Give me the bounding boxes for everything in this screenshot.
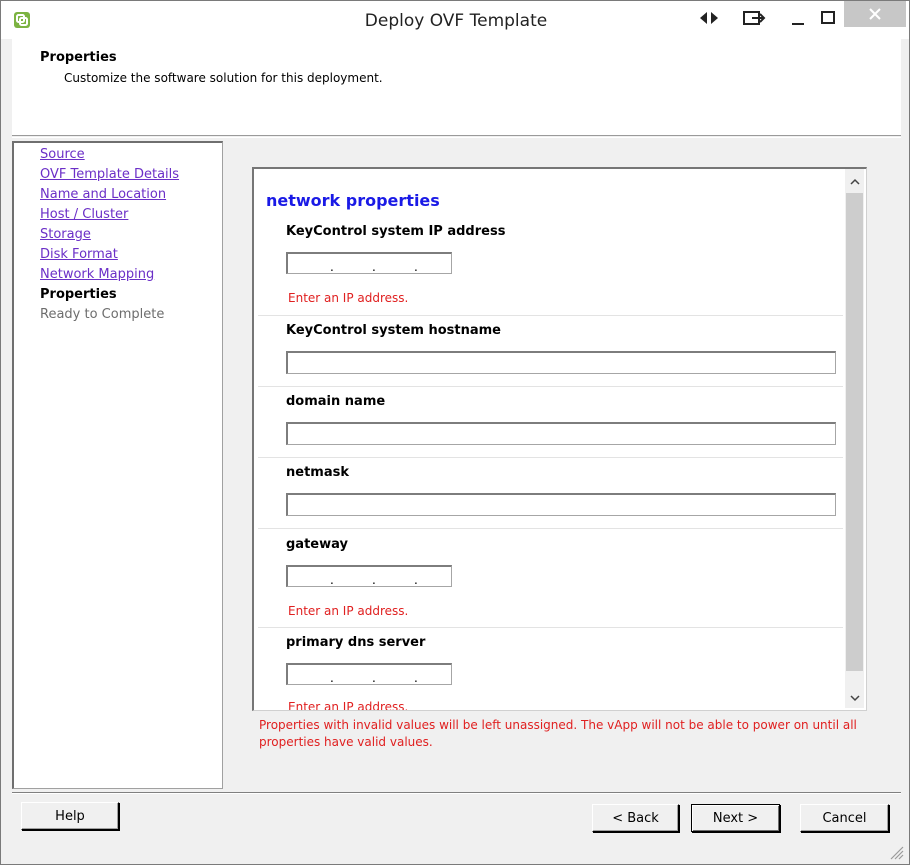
- help-button[interactable]: Help: [21, 802, 119, 830]
- header-divider: [12, 137, 901, 138]
- nav-step-ovf-template-details[interactable]: OVF Template Details: [40, 167, 179, 182]
- keycontrol-ip-error: Enter an IP address.: [288, 291, 409, 305]
- resize-toggle-icon[interactable]: [697, 5, 721, 31]
- primary-dns-error: Enter an IP address.: [288, 700, 409, 711]
- field-separator: [258, 528, 843, 529]
- wizard-header: Properties Customize the software soluti…: [12, 39, 901, 136]
- next-button[interactable]: Next >: [691, 804, 780, 832]
- wizard-steps-nav: Source OVF Template Details Name and Loc…: [12, 141, 223, 789]
- keycontrol-ip-input[interactable]: ...: [286, 252, 452, 274]
- primary-dns-ip-input[interactable]: ...: [286, 663, 452, 685]
- deploy-ovf-window: Deploy OVF Template Properties Customize…: [0, 0, 910, 865]
- field-separator: [258, 386, 843, 387]
- resize-grip-icon[interactable]: [885, 841, 905, 861]
- field-separator: [258, 457, 843, 458]
- nav-step-network-mapping[interactable]: Network Mapping: [40, 267, 154, 282]
- field-label-domain-name: domain name: [286, 394, 386, 409]
- field-label-gateway: gateway: [286, 537, 348, 552]
- keycontrol-hostname-input[interactable]: [286, 351, 836, 374]
- popout-icon[interactable]: [741, 5, 767, 31]
- field-separator: [258, 627, 843, 628]
- field-label-keycontrol-hostname: KeyControl system hostname: [286, 323, 501, 338]
- netmask-input[interactable]: [286, 493, 836, 516]
- nav-step-storage[interactable]: Storage: [40, 227, 91, 242]
- cancel-button[interactable]: Cancel: [800, 804, 889, 832]
- scroll-down-icon[interactable]: [845, 688, 864, 708]
- field-separator: [258, 315, 843, 316]
- minimize-icon[interactable]: [788, 5, 808, 31]
- nav-step-properties: Properties: [40, 287, 117, 302]
- step-subtitle: Customize the software solution for this…: [64, 71, 383, 85]
- nav-step-source[interactable]: Source: [40, 147, 85, 162]
- nav-step-ready-to-complete: Ready to Complete: [40, 307, 165, 322]
- back-button[interactable]: < Back: [592, 804, 679, 832]
- scroll-up-icon[interactable]: [845, 172, 864, 192]
- field-label-netmask: netmask: [286, 465, 349, 480]
- title-bar: Deploy OVF Template: [1, 1, 909, 39]
- invalid-values-warning: Properties with invalid values will be l…: [259, 718, 857, 749]
- nav-step-host-cluster[interactable]: Host / Cluster: [40, 207, 128, 222]
- field-label-primary-dns: primary dns server: [286, 635, 426, 650]
- nav-step-name-and-location[interactable]: Name and Location: [40, 187, 166, 202]
- field-label-keycontrol-ip: KeyControl system IP address: [286, 224, 506, 239]
- close-icon: [869, 8, 881, 20]
- properties-panel: network properties KeyControl system IP …: [252, 167, 867, 711]
- nav-step-disk-format[interactable]: Disk Format: [40, 247, 118, 262]
- scrollbar-thumb[interactable]: [846, 193, 863, 671]
- maximize-icon[interactable]: [818, 5, 838, 31]
- close-button[interactable]: [844, 1, 906, 27]
- step-title: Properties: [40, 50, 117, 65]
- window-title: Deploy OVF Template: [364, 11, 548, 31]
- gateway-ip-input[interactable]: ...: [286, 565, 452, 587]
- gateway-error: Enter an IP address.: [288, 604, 409, 618]
- section-title: network properties: [266, 191, 440, 210]
- domain-name-input[interactable]: [286, 422, 836, 445]
- footer-divider-highlight: [12, 793, 901, 794]
